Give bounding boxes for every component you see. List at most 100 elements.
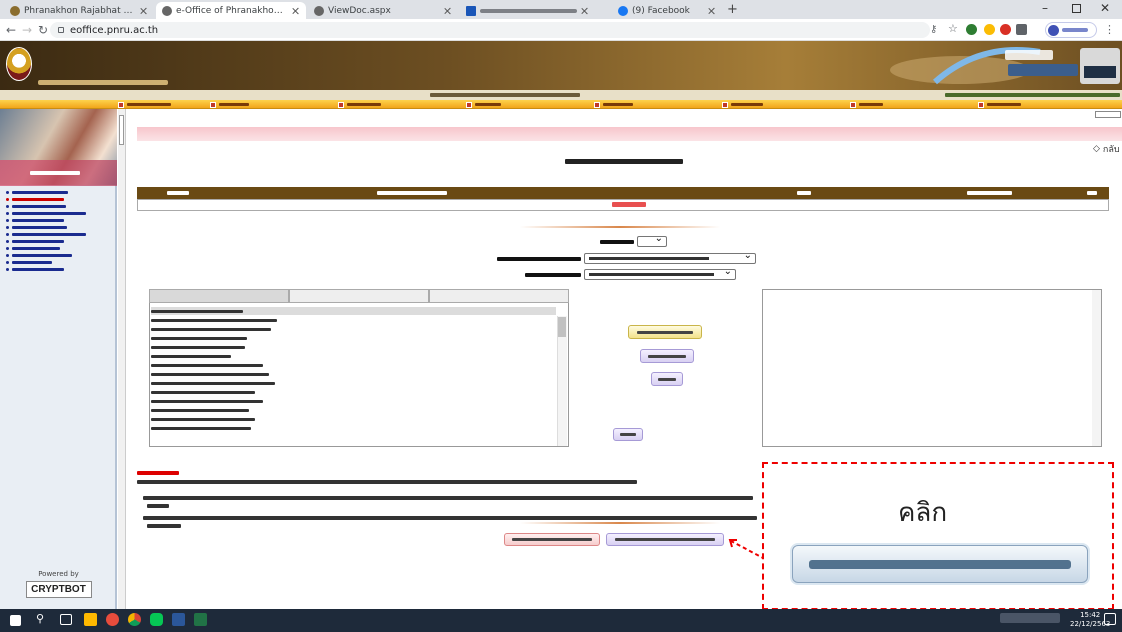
sidebar-item[interactable]	[6, 259, 52, 265]
windows-start-icon[interactable]	[10, 615, 21, 626]
system-tray-placeholder[interactable]	[1000, 613, 1060, 623]
list-tab[interactable]	[149, 289, 289, 303]
browser-tab[interactable]	[460, 2, 610, 19]
list-item[interactable]	[151, 316, 556, 324]
menu-label-placeholder	[347, 103, 381, 106]
frame-toggle-tab[interactable]	[119, 115, 124, 145]
menu-item[interactable]	[118, 101, 171, 108]
puzzle-icon[interactable]	[1016, 24, 1027, 35]
close-icon[interactable]	[140, 7, 148, 15]
sidebar-item[interactable]	[6, 210, 86, 216]
excel-icon[interactable]	[194, 613, 207, 626]
task-view-icon[interactable]	[60, 614, 72, 625]
menu-item[interactable]	[338, 101, 381, 108]
reload-icon[interactable]: ↻	[36, 23, 50, 37]
line-icon[interactable]	[150, 613, 163, 626]
close-icon[interactable]	[444, 7, 452, 15]
list-item[interactable]	[151, 388, 556, 396]
share-to-unit-button[interactable]	[606, 533, 724, 546]
browser-tab[interactable]: Phranakhon Rajabhat University	[4, 2, 154, 19]
back-link[interactable]: ◇ กลับ	[1093, 144, 1120, 155]
sidebar-item[interactable]	[6, 189, 68, 195]
list-item[interactable]	[151, 415, 556, 423]
list-item[interactable]	[151, 307, 556, 315]
extension-icon[interactable]	[1000, 24, 1011, 35]
bullet-icon	[6, 246, 9, 250]
close-window-button[interactable]: ✕	[1100, 1, 1110, 15]
sidebar-item[interactable]	[6, 224, 67, 230]
list-tab[interactable]	[289, 289, 429, 303]
extension-icon[interactable]	[984, 24, 995, 35]
sidebar-item[interactable]	[6, 266, 64, 272]
selected-recipients-box[interactable]	[762, 289, 1102, 447]
selected-scrollbar[interactable]	[1092, 290, 1101, 446]
star-icon[interactable]: ☆	[948, 22, 958, 35]
list-tab[interactable]	[429, 289, 569, 303]
share-to-person-button[interactable]	[504, 533, 600, 546]
browser-tab[interactable]: ViewDoc.aspx	[308, 2, 458, 19]
menu-item[interactable]	[594, 101, 633, 108]
back-arrow-icon[interactable]: ←	[4, 23, 18, 37]
profile-button[interactable]	[1045, 22, 1097, 38]
sidebar-label-placeholder	[12, 232, 86, 236]
notification-icon[interactable]	[1104, 613, 1116, 625]
sidebar-item[interactable]	[6, 238, 64, 244]
field-label-placeholder	[497, 257, 581, 261]
list-item[interactable]	[151, 361, 556, 369]
list-item[interactable]	[151, 397, 556, 405]
menu-item[interactable]	[210, 101, 249, 108]
start-number-select[interactable]	[637, 233, 667, 247]
chrome-icon[interactable]	[128, 613, 141, 626]
file-explorer-icon[interactable]	[84, 613, 97, 626]
sidebar-item[interactable]	[6, 252, 72, 258]
remove-button[interactable]	[651, 372, 683, 386]
list-item[interactable]	[151, 406, 556, 414]
menu-icon[interactable]: ⋮	[1104, 23, 1115, 36]
extension-icon[interactable]	[966, 24, 977, 35]
sidebar-item[interactable]	[6, 245, 60, 251]
info-strip	[0, 90, 1122, 100]
sidebar-header-placeholder	[30, 171, 80, 175]
list-item[interactable]	[151, 352, 556, 360]
new-tab-button[interactable]: +	[727, 2, 738, 17]
fullscreen-button[interactable]	[1095, 111, 1121, 118]
add-person-button[interactable]	[640, 349, 694, 363]
browser-tab[interactable]: (9) Facebook	[612, 2, 722, 19]
menu-item[interactable]	[850, 101, 883, 108]
sidebar-item[interactable]	[6, 231, 86, 237]
action-select[interactable]	[584, 250, 756, 264]
send-button[interactable]	[613, 428, 643, 441]
list-item[interactable]	[151, 325, 556, 333]
list-item[interactable]	[151, 424, 556, 432]
menu-item[interactable]	[722, 101, 763, 108]
windows-taskbar	[0, 609, 1122, 632]
key-icon[interactable]: ⚷	[930, 24, 937, 35]
close-icon[interactable]	[708, 7, 716, 15]
forward-arrow-icon[interactable]: →	[20, 23, 34, 37]
list-item[interactable]	[151, 379, 556, 387]
close-icon[interactable]	[581, 7, 589, 15]
table-header	[137, 187, 1109, 199]
word-icon[interactable]	[172, 613, 185, 626]
menu-item[interactable]	[466, 101, 501, 108]
list-item[interactable]	[151, 343, 556, 351]
list-item[interactable]	[151, 370, 556, 378]
sidebar-item-active[interactable]	[6, 196, 64, 202]
list-scroll-thumb[interactable]	[558, 317, 566, 337]
frame-scrollbar[interactable]	[118, 109, 126, 609]
add-unit-button[interactable]	[628, 325, 702, 339]
url-bar[interactable]: eoffice.pnru.ac.th	[50, 22, 930, 38]
list-item[interactable]	[151, 334, 556, 342]
close-icon[interactable]	[292, 7, 300, 15]
sidebar-item[interactable]	[6, 217, 64, 223]
search-icon[interactable]: ⚲	[36, 612, 44, 625]
sidebar-item[interactable]	[6, 203, 66, 209]
header-links-placeholder[interactable]	[945, 93, 1120, 97]
menu-label-placeholder	[475, 103, 501, 106]
browser-tab-active[interactable]: e-Office of Phranakhon Rajabhat	[156, 2, 306, 19]
app-icon[interactable]	[106, 613, 119, 626]
maximize-button[interactable]	[1072, 4, 1081, 13]
minimize-button[interactable]: –	[1042, 1, 1048, 15]
menu-item[interactable]	[978, 101, 1021, 108]
condition-select[interactable]	[584, 266, 736, 280]
